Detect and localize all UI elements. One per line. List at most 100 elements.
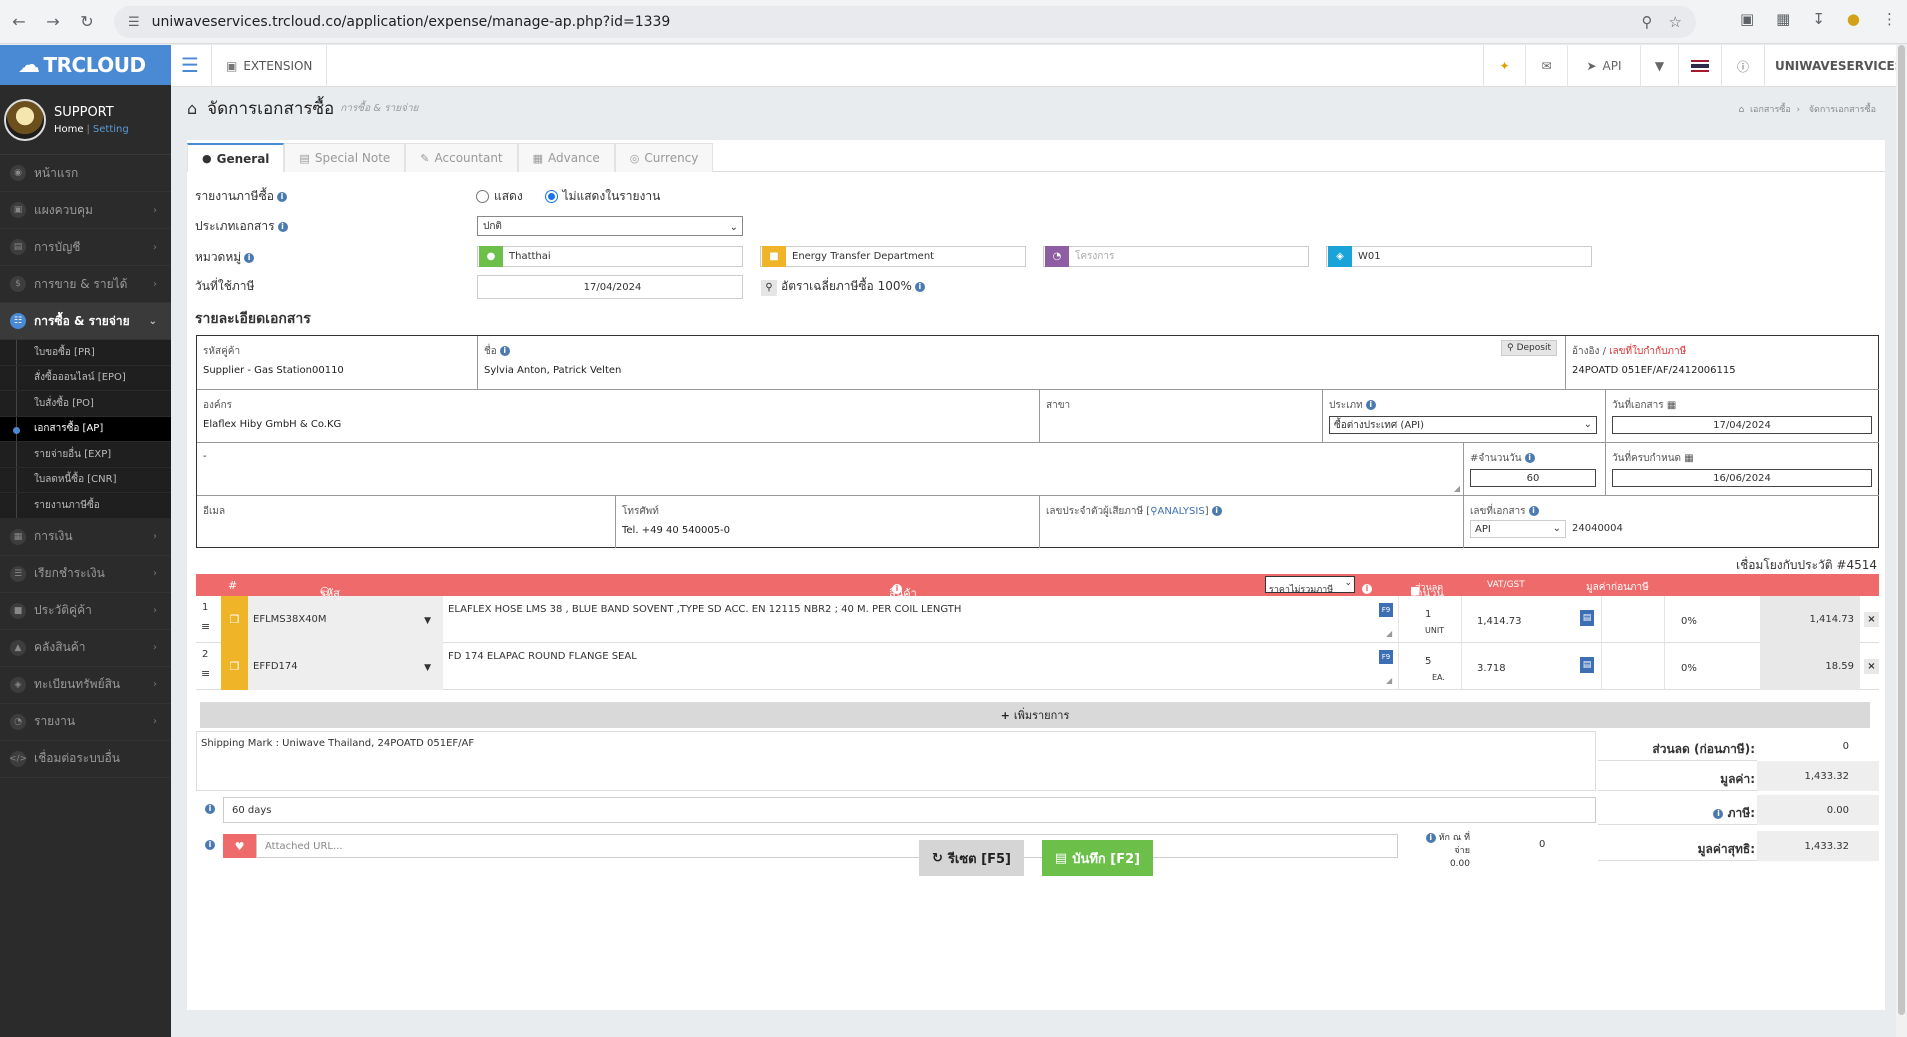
forward-icon[interactable]: → <box>38 7 68 37</box>
info-icon[interactable]: i <box>276 191 287 202</box>
hamburger-menu-icon[interactable]: ☰ <box>181 55 201 75</box>
breadcrumb-home-icon[interactable]: ⌂ <box>1739 105 1745 115</box>
sidebar-item-billing[interactable]: ☰ เรียกชำระเงิน › <box>0 556 171 593</box>
deposit-button[interactable]: ⚲ Deposit <box>1501 340 1557 356</box>
credit-days-input[interactable]: 60 <box>1470 469 1596 487</box>
supplier-code-value[interactable]: Supplier - Gas Station00110 <box>203 365 344 376</box>
doc-prefix-select[interactable]: API ⌄ <box>1470 520 1566 538</box>
item-vat[interactable]: 0% <box>1681 616 1697 627</box>
reload-icon[interactable]: ↻ <box>72 7 102 37</box>
extension-button[interactable]: ▣ EXTENSION <box>211 45 328 87</box>
info-icon[interactable]: i <box>205 804 215 814</box>
supplier-name-value[interactable]: Sylvia Anton, Patrick Velten <box>484 365 621 376</box>
discount-value[interactable]: 0 <box>1757 731 1879 761</box>
sidebar-item-integrations[interactable]: </> เชื่อมต่อระบบอื่น <box>0 741 171 778</box>
item-qty[interactable]: 1 <box>1425 609 1431 620</box>
company-switcher[interactable]: UNIWAVESERVICES▦ <box>1764 45 1907 87</box>
sidebar-item-reports[interactable]: ◔ รายงาน › <box>0 704 171 741</box>
doc-type-select[interactable]: ปกติ ⌄ <box>477 216 743 236</box>
organization-value[interactable]: Elaflex Hiby GmbH & Co.KG <box>203 419 341 430</box>
bookmark-star-icon[interactable]: ☆ <box>1669 13 1682 31</box>
sidebar-subitem-cnr[interactable]: ใบลดหนี้ซื้อ [CNR] <box>0 467 171 493</box>
extension-icon[interactable]: ▣ <box>1740 10 1754 28</box>
history-link[interactable]: เชื่อมโยงกับประวัติ #4514 <box>1736 556 1877 575</box>
sidebar-item-control-panel[interactable]: ▣ แผงควบคุม › <box>0 192 171 229</box>
calculator-icon[interactable]: ▤ <box>1580 657 1594 673</box>
info-icon[interactable]: i <box>1365 400 1376 410</box>
site-info-icon[interactable]: ☰ <box>128 15 140 30</box>
price-mode-select[interactable]: ราคาไม่รวมภาษี ⌄ <box>1265 576 1355 595</box>
breadcrumb-item[interactable]: เอกสารซื้อ <box>1750 105 1791 115</box>
scrollbar-thumb[interactable] <box>1898 45 1905 1015</box>
address-cell[interactable]: - ◢ <box>197 443 1464 496</box>
sidebar-subitem-tax-report[interactable]: รายงานภาษีซื้อ <box>0 493 171 519</box>
tab-general[interactable]: ● General <box>187 143 285 172</box>
resize-handle-icon[interactable]: ◢ <box>1454 484 1460 493</box>
reference-value[interactable]: 24POATD 051EF/AF/2412006115 <box>1572 365 1736 376</box>
category-job-field[interactable]: ◈ W01 <box>1326 246 1592 267</box>
note-textarea[interactable]: Shipping Mark : Uniwave Thailand, 24POAT… <box>196 731 1596 791</box>
setting-link[interactable]: Setting <box>93 124 129 135</box>
sidebar-item-contacts[interactable]: ■ ประวัติคู่ค้า › <box>0 593 171 630</box>
back-icon[interactable]: ← <box>4 7 34 37</box>
copy-icon[interactable]: ❐ <box>221 596 248 643</box>
drag-handle-icon[interactable]: ≡ <box>201 667 210 680</box>
info-icon[interactable]: i <box>1425 832 1436 843</box>
api-button[interactable]: ➤ API <box>1567 45 1640 87</box>
copy-icon[interactable]: ❐ <box>221 643 248 690</box>
item-code-select[interactable]: EFFD174 ▼ <box>248 643 443 690</box>
sidebar-item-home[interactable]: ◉ หน้าแรก <box>0 155 171 192</box>
sidebar-subitem-pr[interactable]: ใบขอซื้อ [PR] <box>0 340 171 366</box>
tab-advance[interactable]: ▦ Advance <box>517 143 615 172</box>
info-icon[interactable]: i <box>1524 453 1535 463</box>
doc-date-input[interactable]: 17/04/2024 <box>1612 416 1872 434</box>
withholding-value[interactable]: 0 <box>1539 839 1545 850</box>
page-scrollbar[interactable] <box>1896 45 1907 1037</box>
doc-number-value[interactable]: 24040004 <box>1572 523 1623 534</box>
help-icon[interactable]: ⓘ <box>1721 45 1764 87</box>
sidebar-subitem-po[interactable]: ใบสั่งซื้อ [PO] <box>0 391 171 417</box>
sidebar-subitem-exp[interactable]: รายจ่ายอื่น [EXP] <box>0 442 171 468</box>
drag-handle-icon[interactable]: ≡ <box>201 620 210 633</box>
sidebar-item-warehouse[interactable]: ▲ คลังสินค้า › <box>0 630 171 667</box>
resize-handle-icon[interactable]: ◢ <box>1386 629 1392 638</box>
item-vat[interactable]: 0% <box>1681 663 1697 674</box>
download-icon[interactable]: ↧ <box>1812 10 1825 28</box>
info-icon[interactable]: i <box>205 840 215 850</box>
attachment-icon[interactable]: ♥ <box>223 834 256 858</box>
zoom-icon[interactable]: ⚲ <box>1642 13 1653 31</box>
calculator-icon[interactable]: ▤ <box>1580 610 1594 626</box>
category-person-field[interactable]: ● Thatthai <box>477 246 743 267</box>
home-icon[interactable]: ⌂ <box>187 99 197 118</box>
tab-currency[interactable]: ◎ Currency <box>614 143 714 172</box>
item-description[interactable]: ELAFLEX HOSE LMS 38 , BLUE BAND SOVENT ,… <box>448 604 961 615</box>
info-icon[interactable]: i <box>1528 506 1539 516</box>
due-date-input[interactable]: 16/06/2024 <box>1612 469 1872 487</box>
delete-row-icon[interactable]: × <box>1864 659 1879 674</box>
item-qty[interactable]: 5 <box>1425 656 1431 667</box>
avatar[interactable] <box>4 98 46 141</box>
radio-hide[interactable] <box>544 190 558 203</box>
info-icon[interactable]: i <box>244 252 255 263</box>
save-button[interactable]: ▤ บันทึก [F2] <box>1042 840 1153 876</box>
profile-avatar-icon[interactable]: ● <box>1847 10 1860 28</box>
delete-row-icon[interactable]: × <box>1864 612 1879 627</box>
brand-logo[interactable]: ☁ TRCLOUD <box>0 45 171 85</box>
sidebar-item-accounting[interactable]: ▤ การบัญชี › <box>0 229 171 266</box>
taxid-cell[interactable]: เลขประจำตัวผู้เสียภาษี [⚲ANALYSIS] i <box>1040 496 1464 548</box>
home-link[interactable]: Home <box>54 124 84 135</box>
language-flag-thai[interactable] <box>1678 45 1721 87</box>
puzzle-icon[interactable]: ▦ <box>1776 10 1790 28</box>
info-icon[interactable]: i <box>1713 808 1724 819</box>
category-department-field[interactable]: ■ Energy Transfer Department <box>760 246 1026 267</box>
item-price[interactable]: 1,414.73 <box>1477 616 1522 627</box>
item-price[interactable]: 3.718 <box>1477 663 1506 674</box>
sidebar-subitem-ap[interactable]: เอกสารซื้อ [AP] <box>0 416 171 442</box>
search-icon[interactable]: ⚲ <box>761 280 777 296</box>
sidebar-item-sales[interactable]: $ การขาย & รายได้ › <box>0 266 171 303</box>
item-code-select[interactable]: EFLMS38X40M ▼ <box>248 596 443 643</box>
tax-date-input[interactable]: 17/04/2024 <box>477 275 743 299</box>
sidebar-item-finance[interactable]: ▦ การเงิน › <box>0 519 171 556</box>
sidebar-subitem-epo[interactable]: สั่งซื้อออนไลน์ [EPO] <box>0 365 171 391</box>
branch-cell[interactable]: สาขา <box>1040 390 1323 443</box>
